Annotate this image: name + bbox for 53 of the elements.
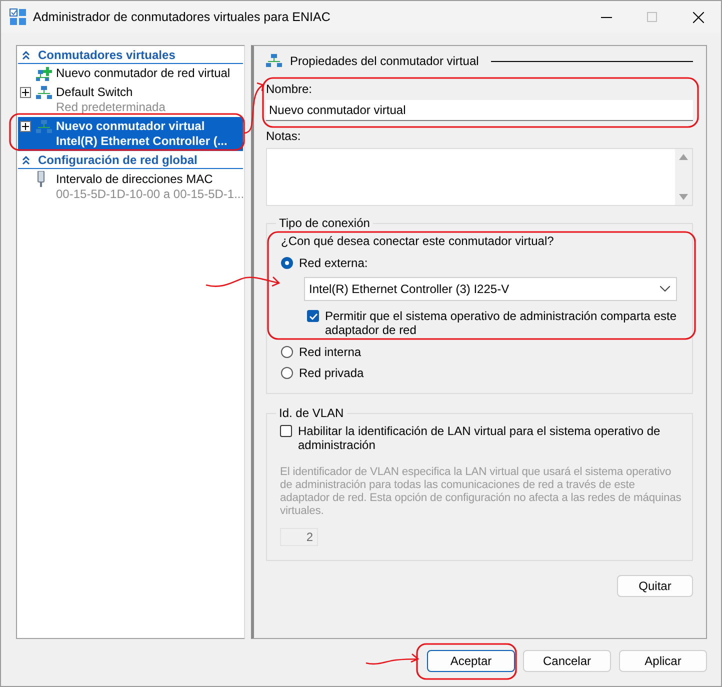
add-network-icon: [36, 66, 52, 80]
item-label: Default Switch: [56, 85, 134, 100]
tree-item[interactable]: Default Switch Red predeterminada: [18, 83, 243, 117]
radio-label: Red privada: [299, 366, 364, 380]
network-switch-icon: [36, 86, 52, 100]
tree-item[interactable]: Nuevo conmutador de red virtual: [18, 64, 243, 83]
item-detail: Red predeterminada: [56, 100, 166, 115]
notes-field[interactable]: [266, 148, 693, 206]
radio-button[interactable]: [281, 367, 293, 379]
expand-icon[interactable]: [20, 87, 31, 98]
item-detail: Intel(R) Ethernet Controller (...: [56, 134, 228, 149]
radio-label: Red interna: [299, 345, 362, 359]
section-title: Conmutadores virtuales: [38, 48, 176, 62]
section-header[interactable]: Conmutadores virtuales: [18, 46, 243, 64]
tree-item[interactable]: Intervalo de direcciones MAC 00-15-5D-1D-10-00 a 00-15-5D-1...: [18, 169, 243, 204]
radio-label: Red externa:: [299, 256, 368, 270]
dialog-button[interactable]: Aceptar: [427, 650, 515, 672]
checkbox-label: Habilitar la identificación de LAN virtual para el sistema operativo de administración: [298, 424, 662, 452]
window-title: Administrador de conmutadores virtuales para ENIAC: [33, 10, 332, 24]
section-header[interactable]: Configuración de red global: [18, 151, 243, 169]
field-label: Notas:: [266, 129, 302, 143]
group-title: Tipo de conexión: [278, 216, 371, 230]
description-text: El identificador de VLAN especifica la LAN virtual que usará el sistema operativo de administración para todas las comunicaciones de red a través de este adaptador de red. Esta opción de configuración no afecta a las redes de máquinas virtuales.: [280, 466, 682, 518]
field-label: Nombre:: [266, 82, 314, 96]
item-label: Nuevo conmutador de red virtual: [56, 66, 232, 81]
remove-button[interactable]: Quitar: [617, 575, 693, 597]
item-label: Nuevo conmutador virtual: [56, 119, 206, 134]
dialog-button[interactable]: Cancelar: [523, 650, 611, 672]
group-title: Id. de VLAN: [278, 406, 345, 420]
dialog-button[interactable]: Aplicar: [619, 650, 707, 672]
name-field[interactable]: Nuevo conmutador virtual: [266, 100, 693, 121]
network-card-icon: [36, 171, 46, 187]
checkbox[interactable]: [307, 310, 319, 322]
section-title: Configuración de red global: [38, 153, 198, 167]
network-switch-icon: [36, 120, 52, 134]
question-text: ¿Con qué desea conectar este conmutador virtual?: [281, 234, 555, 248]
adapter-dropdown[interactable]: Intel(R) Ethernet Controller (3) I225-V: [304, 277, 677, 301]
item-detail: 00-15-5D-1D-10-00 a 00-15-5D-1...: [56, 187, 244, 202]
expand-icon[interactable]: [20, 121, 31, 132]
item-label: Intervalo de direcciones MAC: [56, 172, 214, 186]
radio-button[interactable]: [281, 346, 293, 358]
network-switch-icon: [266, 54, 282, 68]
checkbox-label: Permitir que el sistema operativo de administración comparta este adaptador de red: [325, 309, 677, 337]
minimize-icon: [600, 16, 612, 18]
annotation-arrow: [243, 82, 264, 134]
caret-icon: [660, 286, 670, 292]
section-title: Propiedades del conmutador virtual: [290, 54, 479, 68]
radio-button[interactable]: [281, 257, 293, 269]
tree-item[interactable]: Nuevo conmutador virtual Intel(R) Ethernet Controller (...: [18, 117, 243, 151]
app-icon: [9, 8, 27, 26]
maximize-icon: [647, 12, 657, 22]
close-icon: [692, 12, 704, 22]
annotation-arrow: [365, 653, 419, 665]
